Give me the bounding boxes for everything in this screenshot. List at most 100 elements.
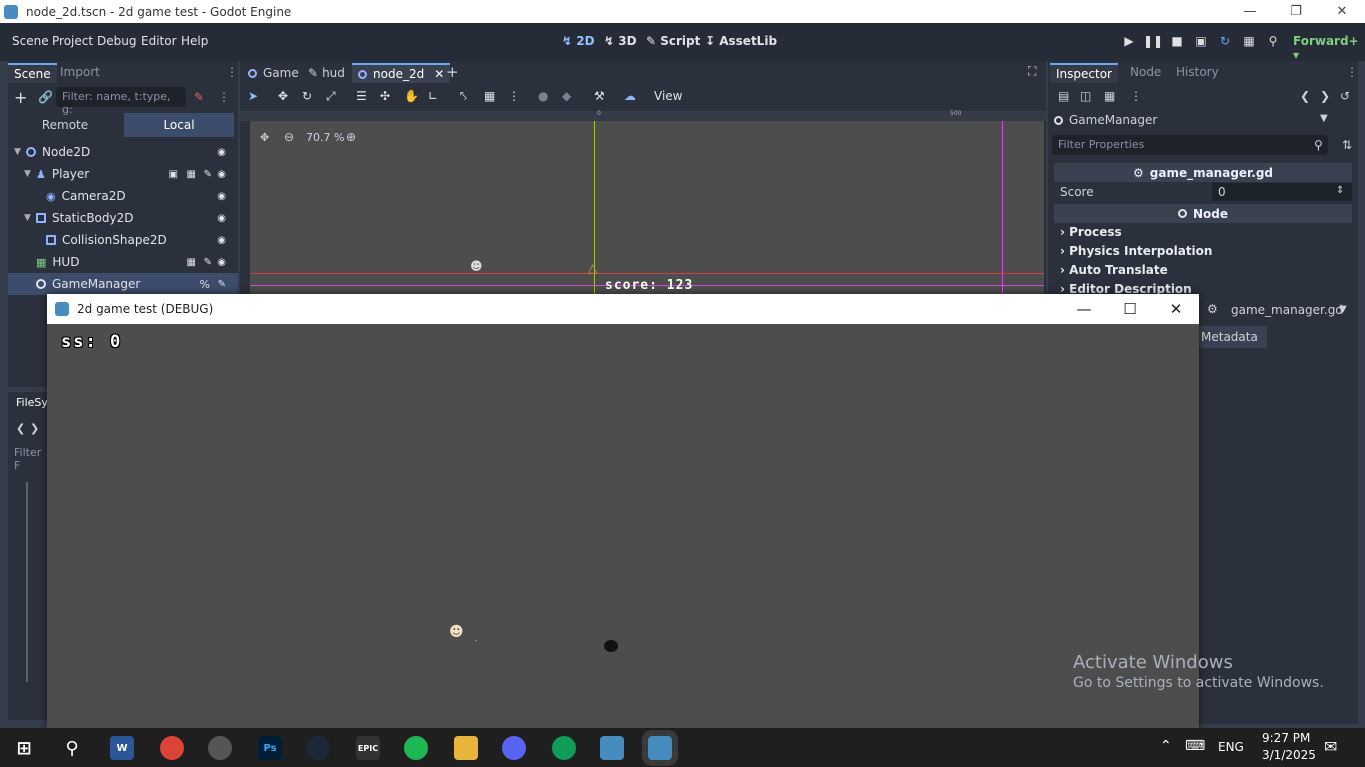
tree-row-staticbody2d[interactable]: ▼ StaticBody2D ◉ bbox=[8, 207, 238, 229]
tab-node-2d[interactable]: node_2d ✕ bbox=[352, 63, 451, 83]
menu-editor[interactable]: Editor bbox=[141, 34, 177, 48]
tab-import[interactable]: Import bbox=[54, 63, 106, 83]
visibility-icon[interactable]: ◉ bbox=[217, 147, 226, 158]
clock-time[interactable]: 9:27 PM bbox=[1262, 731, 1310, 745]
dock-menu-icon[interactable]: ⋮ bbox=[226, 65, 238, 79]
close-icon[interactable]: ✕ bbox=[1153, 294, 1199, 324]
steam-icon[interactable] bbox=[306, 736, 330, 760]
keyboard-icon[interactable]: ⌨ bbox=[1185, 738, 1205, 754]
remote-debug-icon[interactable]: ▣ bbox=[1193, 33, 1209, 49]
zoom-icon[interactable]: ⚲ bbox=[1265, 33, 1281, 49]
forward-icon[interactable]: ❯ bbox=[30, 422, 39, 435]
language-indicator[interactable]: ENG bbox=[1218, 740, 1244, 754]
camera-override-icon[interactable]: ☁ bbox=[624, 89, 636, 103]
object-selector[interactable]: GameManager bbox=[1054, 111, 1334, 129]
filesystem-filter[interactable]: Filter F bbox=[14, 446, 48, 472]
clock-date[interactable]: 3/1/2025 bbox=[1262, 748, 1316, 762]
score-label-preview[interactable]: score: 123 bbox=[605, 278, 693, 293]
inspector-menu-icon[interactable]: ⋮ bbox=[1346, 65, 1358, 79]
tab-scene[interactable]: Scene bbox=[8, 63, 57, 83]
select-tool-icon[interactable]: ➤ bbox=[248, 89, 258, 103]
center-view-icon[interactable]: ✥ bbox=[260, 131, 269, 144]
chevron-down-icon[interactable]: ▼ bbox=[1339, 304, 1347, 315]
collapse-icon[interactable]: ▼ bbox=[24, 213, 36, 223]
renderer-selector[interactable]: Forward+ ▾ bbox=[1293, 34, 1365, 62]
visibility-icon[interactable]: ◉ bbox=[217, 257, 226, 268]
menu-scene[interactable]: Scene bbox=[12, 34, 49, 48]
add-node-icon[interactable]: + bbox=[14, 88, 27, 107]
visibility-icon[interactable]: ◉ bbox=[217, 191, 226, 202]
snap-options-icon[interactable]: ⋮ bbox=[508, 89, 520, 103]
script-attached-icon[interactable]: ✎ bbox=[204, 169, 212, 180]
tab-inspector[interactable]: Inspector bbox=[1050, 63, 1118, 83]
stop-icon[interactable]: ■ bbox=[1169, 33, 1185, 49]
grid-snap-icon[interactable]: ▦ bbox=[484, 89, 495, 103]
chevron-down-icon[interactable]: ▼ bbox=[1320, 113, 1328, 124]
godot-icon[interactable] bbox=[600, 736, 624, 760]
ruler-tool-icon[interactable]: ∟ bbox=[428, 89, 438, 103]
filter-properties-input[interactable]: Filter Properties bbox=[1052, 135, 1328, 155]
filter-options-icon[interactable]: ⇅ bbox=[1342, 138, 1352, 152]
play-icon[interactable]: ▶ bbox=[1121, 33, 1137, 49]
unique-name-icon[interactable]: % bbox=[200, 278, 210, 291]
section-process[interactable]: › Process bbox=[1060, 225, 1122, 239]
pan-tool-icon[interactable]: ✋ bbox=[404, 89, 419, 103]
save-icon[interactable]: ▦ bbox=[1104, 89, 1115, 103]
history-forward-icon[interactable]: ❯ bbox=[1320, 89, 1330, 103]
notifications-icon[interactable]: ✉ bbox=[1324, 737, 1337, 756]
new-resource-icon[interactable]: ▤ bbox=[1058, 89, 1069, 103]
debug-window-titlebar[interactable]: 2d game test (DEBUG) — ☐ ✕ bbox=[47, 294, 1199, 324]
script-field[interactable]: game_manager.gd bbox=[1231, 303, 1343, 317]
maximize-icon[interactable]: ☐ bbox=[1107, 294, 1153, 324]
tab-game[interactable]: Game bbox=[248, 63, 299, 83]
skeleton-icon[interactable]: ⚒ bbox=[594, 89, 605, 103]
tab-node[interactable]: Node bbox=[1124, 63, 1167, 83]
tree-row-player[interactable]: ▼ ♟ Player ▣ ▦ ✎ ◉ bbox=[8, 163, 238, 185]
mode-assetlib-button[interactable]: ↧ AssetLib bbox=[705, 34, 777, 48]
collapse-icon[interactable]: ▼ bbox=[14, 147, 26, 157]
scene-instance-icon[interactable]: ▦ bbox=[187, 257, 196, 268]
word-icon[interactable]: W bbox=[110, 736, 134, 760]
movie-icon[interactable]: ▦ bbox=[1241, 33, 1257, 49]
tree-row-node2d[interactable]: ▼ Node2D ◉ bbox=[8, 141, 238, 163]
tree-row-collisionshape2d[interactable]: CollisionShape2D ◉ bbox=[8, 229, 238, 251]
back-icon[interactable]: ❮ bbox=[16, 422, 25, 435]
file-explorer-icon[interactable] bbox=[454, 736, 478, 760]
add-tab-icon[interactable]: + bbox=[446, 63, 459, 81]
spotify-icon[interactable] bbox=[404, 736, 428, 760]
section-auto-translate[interactable]: › Auto Translate bbox=[1060, 263, 1168, 277]
history-back-icon[interactable]: ❮ bbox=[1300, 89, 1310, 103]
chrome-icon[interactable] bbox=[160, 736, 184, 760]
visibility-icon[interactable]: ◉ bbox=[217, 235, 226, 246]
visibility-icon[interactable]: ◉ bbox=[217, 213, 226, 224]
script-icon[interactable]: ✎ bbox=[194, 90, 204, 104]
section-physics-interpolation[interactable]: › Physics Interpolation bbox=[1060, 244, 1212, 258]
lock-icon[interactable]: ● bbox=[538, 89, 548, 103]
resource-menu-icon[interactable]: ⋮ bbox=[1130, 89, 1142, 103]
group-lock-icon[interactable]: ◆ bbox=[562, 89, 571, 103]
tree-row-hud[interactable]: ▦ HUD ▦ ✎ ◉ bbox=[8, 251, 238, 273]
object-history-icon[interactable]: ↺ bbox=[1340, 89, 1350, 103]
obs-icon[interactable] bbox=[208, 736, 232, 760]
search-icon[interactable]: ⚲ bbox=[60, 736, 84, 760]
script-attached-icon[interactable]: ✎ bbox=[204, 257, 212, 268]
mode-3d-button[interactable]: ↯ 3D bbox=[604, 34, 637, 48]
visibility-icon[interactable]: ◉ bbox=[217, 169, 226, 180]
remote-button[interactable]: Remote bbox=[10, 113, 120, 137]
discord-icon[interactable] bbox=[502, 736, 526, 760]
tray-chevron-up-icon[interactable]: ⌃ bbox=[1160, 738, 1172, 754]
minimize-icon[interactable]: — bbox=[1061, 294, 1107, 324]
snap-icon[interactable]: ⤣ bbox=[460, 89, 467, 104]
open-folder-icon[interactable]: ◫ bbox=[1080, 89, 1091, 103]
reload-icon[interactable]: ↻ bbox=[1217, 33, 1233, 49]
link-icon[interactable]: 🔗 bbox=[38, 90, 53, 104]
pause-icon[interactable]: ❚❚ bbox=[1143, 33, 1163, 49]
tab-hud[interactable]: ✎ hud bbox=[308, 63, 345, 83]
menu-help[interactable]: Help bbox=[181, 34, 208, 48]
spin-icon[interactable]: ⇕ bbox=[1336, 185, 1344, 196]
zoom-level[interactable]: 70.7 % bbox=[306, 131, 344, 144]
move-tool-icon[interactable]: ✥ bbox=[278, 89, 288, 103]
tree-row-gamemanager[interactable]: GameManager % ✎ bbox=[8, 273, 238, 295]
scene-filter-input[interactable]: Filter: name, t:type, g: bbox=[56, 87, 186, 116]
windows-start-icon[interactable]: ⊞ bbox=[12, 736, 36, 760]
